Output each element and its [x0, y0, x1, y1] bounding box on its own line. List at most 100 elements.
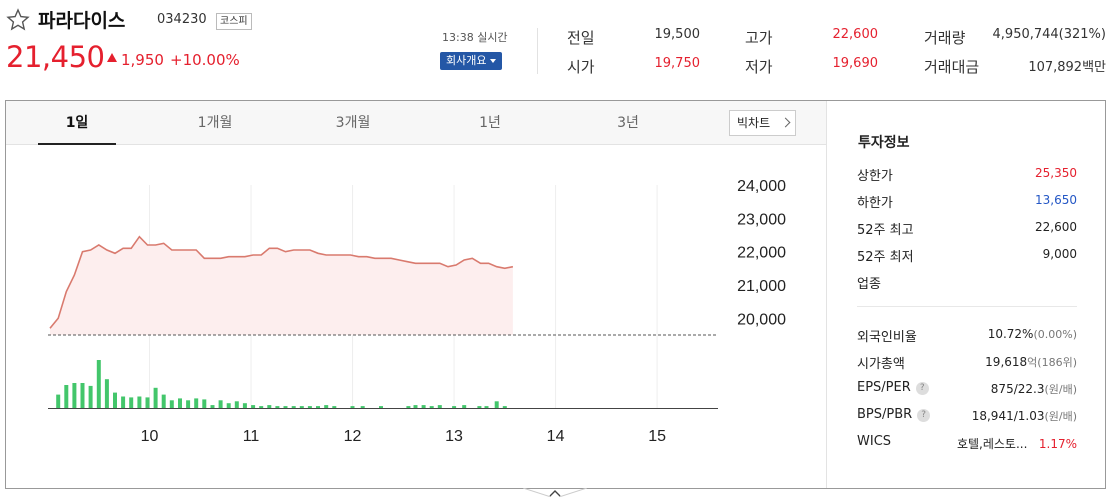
52w-high-value: 22,600 — [1035, 220, 1077, 234]
volume-bar — [104, 379, 109, 408]
volume-bar — [452, 406, 457, 408]
market-badge: 코스피 — [216, 13, 252, 30]
tab-1d[interactable]: 1일 — [38, 101, 116, 145]
volume-bar — [218, 400, 223, 408]
help-icon[interactable]: ? — [917, 409, 931, 422]
volume-bar — [210, 405, 215, 408]
volume-bar — [477, 406, 482, 408]
upper-limit-label: 상한가 — [857, 169, 893, 184]
wics-sector: 호텔,레스토... — [956, 437, 1028, 451]
y-tick-label: 22,000 — [737, 245, 786, 262]
stock-header: 파라다이스 034230 코스피 21,450 1,950 +10.00% 13… — [0, 0, 1116, 100]
volume-bar — [332, 406, 337, 408]
big-chart-label: 빅차트 — [737, 116, 771, 130]
price-chart[interactable]: 24,00023,00022,00021,00020,000 10 11 12 13 1… — [6, 145, 826, 488]
volume-bar — [234, 401, 239, 408]
eps-per-label: EPS/PER? — [857, 380, 929, 395]
volume-bar — [56, 394, 61, 408]
volume-bar — [137, 396, 142, 408]
open-label: 시가 — [567, 58, 595, 76]
low-value: 19,690 — [832, 56, 879, 71]
volume-bar — [169, 400, 174, 408]
lower-limit-label: 하한가 — [857, 196, 893, 211]
upper-limit-value: 25,350 — [1035, 166, 1077, 180]
volume-bar — [64, 385, 69, 408]
volume-bar — [429, 406, 434, 408]
change-amount: 1,950 — [121, 51, 164, 69]
stock-name: 파라다이스 — [38, 10, 126, 32]
realtime-label: 13:38 실시간 — [442, 31, 508, 44]
foreign-ratio-label: 외국인비율 — [857, 330, 917, 345]
eps-per-value: 875/22.3(원/배) — [991, 381, 1077, 397]
volume-bar — [186, 400, 191, 408]
volume-bar — [242, 403, 247, 408]
volume-bar — [484, 406, 489, 408]
trade-amount-value: 107,892백만 — [1028, 60, 1106, 75]
tab-1y[interactable]: 1년 — [451, 101, 529, 145]
x-axis-ticks: 10 11 12 13 14 15 — [141, 428, 666, 445]
tab-3m[interactable]: 3개월 — [314, 101, 392, 145]
volume-bar — [413, 405, 418, 408]
company-overview-button[interactable]: 회사개요 — [440, 52, 503, 70]
high-value: 22,600 — [832, 27, 879, 42]
invest-info-title: 투자정보 — [858, 135, 910, 151]
low-label: 저가 — [745, 58, 773, 76]
volume-bar — [275, 406, 280, 408]
volume-bar — [502, 406, 507, 408]
help-icon[interactable]: ? — [915, 382, 929, 395]
bps-pbr-number: 18,941/1.03 — [971, 409, 1045, 423]
x-tick-label: 11 — [243, 428, 260, 445]
volume-bar — [494, 401, 499, 408]
x-tick-label: 15 — [648, 428, 666, 445]
y-tick-label: 21,000 — [737, 278, 786, 295]
volume-bar — [406, 406, 411, 408]
volume-bar — [283, 406, 288, 408]
volume-bar — [350, 406, 355, 408]
x-tick-label: 12 — [344, 428, 362, 445]
x-tick-label: 13 — [445, 428, 463, 445]
bps-pbr-label: BPS/PBR? — [857, 407, 931, 422]
trade-amount-label: 거래대금 — [924, 58, 980, 76]
volume-bar — [259, 406, 264, 408]
favorite-star-icon[interactable] — [6, 8, 30, 32]
foreign-ratio-number: 10.72% — [987, 327, 1034, 341]
volume-bar — [379, 406, 383, 408]
tab-1m[interactable]: 1개월 — [176, 101, 254, 145]
x-tick-label: 10 — [141, 428, 159, 445]
market-cap-label: 시가총액 — [857, 357, 905, 372]
52w-low-value: 9,000 — [1042, 247, 1077, 261]
divider — [857, 306, 1077, 307]
volume-bar — [226, 403, 231, 408]
bps-pbr-text: BPS/PBR — [857, 407, 913, 422]
volume-bars — [56, 360, 507, 408]
wics-label: WICS — [857, 434, 892, 449]
52w-low-label: 52주 최저 — [857, 250, 914, 265]
big-chart-button[interactable]: 빅차트 — [729, 110, 796, 136]
foreign-ratio-value: 10.72%(0.00%) — [988, 327, 1077, 341]
market-cap-value: 19,618억(186위) — [985, 354, 1077, 370]
volume-bar — [96, 360, 101, 408]
volume-bar — [307, 406, 312, 408]
volume-bar — [194, 398, 199, 408]
change-percent: +10.00% — [170, 51, 240, 69]
y-tick-label: 24,000 — [737, 178, 786, 195]
market-cap-unit: 억 — [1027, 356, 1038, 369]
chevron-right-icon — [780, 117, 791, 128]
volume-bar — [113, 392, 117, 408]
tab-3y[interactable]: 3년 — [589, 101, 667, 145]
volume-bar — [437, 405, 442, 408]
caret-down-icon — [490, 59, 497, 63]
stock-code: 034230 — [157, 12, 207, 27]
lower-limit-value: 13,650 — [1035, 193, 1077, 207]
volume-bar — [251, 405, 256, 408]
y-tick-label: 20,000 — [737, 311, 786, 328]
wics-value[interactable]: 호텔,레스토... 1.17% — [957, 435, 1077, 452]
high-label: 고가 — [745, 29, 773, 47]
volume-bar — [80, 383, 85, 408]
expand-toggle-icon[interactable] — [523, 488, 587, 497]
volume-bar — [161, 394, 166, 408]
eps-per-number: 875/22.3 — [990, 382, 1045, 396]
market-cap-number: 19,618 — [985, 355, 1028, 369]
volume-label: 거래량 — [924, 29, 966, 47]
market-cap-rank: (186위) — [1037, 356, 1077, 369]
